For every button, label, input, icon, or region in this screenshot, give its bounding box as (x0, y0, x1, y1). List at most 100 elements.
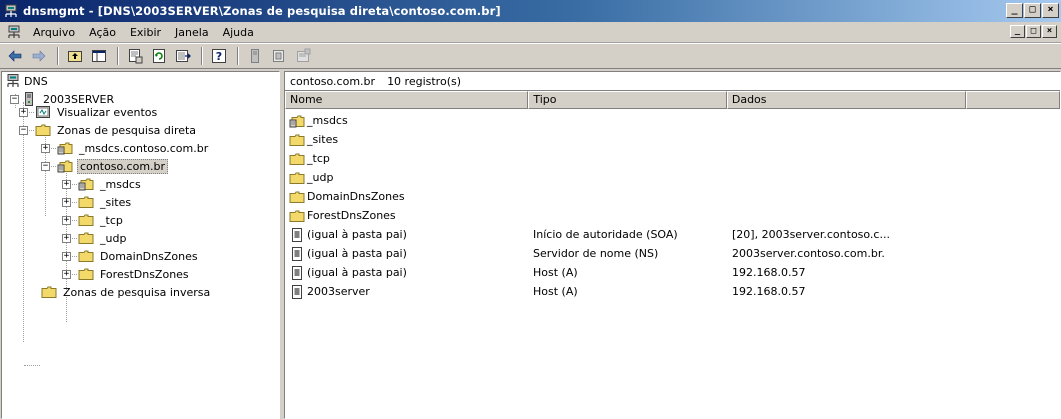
refresh-button[interactable] (148, 46, 170, 66)
record-name: (igual à pasta pai) (307, 228, 407, 241)
folder-icon (289, 134, 305, 146)
details-pane: contoso.com.br 10 registro(s) Nome Tipo … (284, 71, 1061, 419)
tree-item-event-viewer[interactable]: Visualizar eventos (35, 103, 159, 121)
minimize-button[interactable]: _ (1006, 3, 1023, 18)
toolbar-separator (201, 47, 203, 65)
new-record-button[interactable] (268, 46, 290, 66)
list-item[interactable]: (igual à pasta pai) Servidor de nome (NS… (285, 244, 1060, 263)
record-name: (igual à pasta pai) (307, 266, 407, 279)
properties-button[interactable] (124, 46, 146, 66)
details-header: contoso.com.br 10 registro(s) (285, 72, 1060, 91)
tree-line (23, 102, 24, 342)
list-item[interactable]: (igual à pasta pai) Host (A) 192.168.0.5… (285, 263, 1060, 282)
menu-acao[interactable]: Ação (82, 26, 123, 39)
record-data: [20], 2003server.contoso.c... (732, 228, 890, 241)
record-icon (273, 50, 284, 62)
column-header-data[interactable]: Dados (726, 91, 967, 109)
tree-label-tcp: _tcp (100, 213, 123, 227)
tree-label-forestdnszones: ForestDnsZones (100, 267, 189, 281)
collapse-toggle[interactable]: − (10, 95, 19, 104)
tree-line (24, 365, 40, 366)
toolbar-separator (117, 47, 119, 65)
expand-toggle[interactable]: + (62, 270, 71, 279)
record-type: Host (A) (533, 285, 578, 298)
console-tree[interactable]: DNS − 2003SERVER + Visualizar eventos − … (1, 71, 280, 419)
back-icon (8, 50, 22, 62)
close-button[interactable]: × (1042, 3, 1059, 18)
title-bar[interactable]: dnsmgmt - [DNS\2003SERVER\Zonas de pesqu… (0, 0, 1061, 22)
record-type: Servidor de nome (NS) (533, 247, 659, 260)
expand-toggle[interactable]: + (62, 234, 71, 243)
show-hide-tree-button[interactable] (88, 46, 110, 66)
server-button[interactable] (244, 46, 266, 66)
collapse-toggle[interactable]: − (19, 126, 28, 135)
record-name: 2003server (307, 285, 370, 298)
record-name: _udp (307, 171, 334, 184)
maximize-button[interactable]: □ (1024, 3, 1041, 18)
record-name: DomainDnsZones (307, 190, 405, 203)
child-minimize-button[interactable]: _ (1010, 25, 1025, 38)
tree-item-dns[interactable]: DNS (5, 72, 50, 90)
collapse-toggle[interactable]: − (41, 162, 50, 171)
tree-item-udp[interactable]: _udp (78, 229, 128, 247)
tree-item-forestdnszones[interactable]: ForestDnsZones (78, 265, 191, 283)
tree-item-tcp[interactable]: _tcp (78, 211, 125, 229)
expand-toggle[interactable]: + (62, 252, 71, 261)
tree-item-contoso-zone[interactable]: contoso.com.br (57, 157, 169, 175)
expand-toggle[interactable]: + (41, 144, 50, 153)
record-name: (igual à pasta pai) (307, 247, 407, 260)
export-list-button[interactable] (172, 46, 194, 66)
list-item[interactable]: _tcp (285, 149, 1060, 168)
help-button[interactable]: ? (208, 46, 230, 66)
tree-label-udp: _udp (100, 231, 127, 245)
dns-console-icon[interactable] (6, 24, 22, 40)
tree-item-forward-zones[interactable]: Zonas de pesquisa direta (35, 121, 198, 139)
toolbar: ? (0, 43, 1061, 69)
list-item[interactable]: _udp (285, 168, 1060, 187)
column-header-filler (966, 91, 1060, 109)
child-close-button[interactable]: × (1042, 25, 1057, 38)
column-header-type[interactable]: Tipo (528, 91, 727, 109)
tree-item-sites[interactable]: _sites (78, 193, 133, 211)
tree-item-reverse-zones[interactable]: Zonas de pesquisa inversa (41, 283, 212, 301)
dns-app-icon (5, 4, 17, 17)
record-name: _sites (307, 133, 339, 146)
record-data: 2003server.contoso.com.br. (732, 247, 885, 260)
expand-toggle[interactable]: + (62, 198, 71, 207)
column-headers: Nome Tipo Dados (285, 91, 1060, 109)
back-button[interactable] (4, 46, 26, 66)
tree-item-msdcs[interactable]: _msdcs (78, 175, 143, 193)
record-data: 192.168.0.57 (732, 285, 806, 298)
export-list-icon (176, 50, 191, 62)
list-item[interactable]: (igual à pasta pai) Início de autoridade… (285, 225, 1060, 244)
dns-wizard-button[interactable] (292, 46, 314, 66)
record-name: _msdcs (307, 114, 348, 127)
list-item[interactable]: 2003server Host (A) 192.168.0.57 (285, 282, 1060, 301)
records-list: _msdcs _sites _tcp _udp DomainDnsZones F… (285, 109, 1060, 301)
list-item[interactable]: DomainDnsZones (285, 187, 1060, 206)
list-item[interactable]: _sites (285, 130, 1060, 149)
folder-icon (35, 124, 51, 136)
child-maximize-button[interactable]: □ (1026, 25, 1041, 38)
zone-icon (57, 160, 73, 173)
list-item[interactable]: _msdcs (285, 111, 1060, 130)
expand-toggle[interactable]: + (19, 108, 28, 117)
up-one-level-button[interactable] (64, 46, 86, 66)
folder-icon (289, 172, 305, 184)
expand-toggle[interactable]: + (62, 216, 71, 225)
forward-button[interactable] (28, 46, 50, 66)
column-header-name[interactable]: Nome (285, 91, 529, 109)
folder-icon (289, 153, 305, 165)
menu-arquivo[interactable]: Arquivo (26, 26, 82, 39)
tree-item-msdcs-zone[interactable]: _msdcs.contoso.com.br (57, 139, 210, 157)
menu-ajuda[interactable]: Ajuda (216, 26, 261, 39)
expand-toggle[interactable]: + (62, 180, 71, 189)
tree-label-forward-zones: Zonas de pesquisa direta (57, 123, 197, 137)
folder-icon (78, 214, 94, 226)
server-icon (251, 49, 259, 63)
menu-janela[interactable]: Janela (168, 26, 216, 39)
tree-item-domaindnszones[interactable]: DomainDnsZones (78, 247, 200, 265)
forward-icon (32, 50, 46, 62)
menu-exibir[interactable]: Exibir (123, 26, 168, 39)
list-item[interactable]: ForestDnsZones (285, 206, 1060, 225)
